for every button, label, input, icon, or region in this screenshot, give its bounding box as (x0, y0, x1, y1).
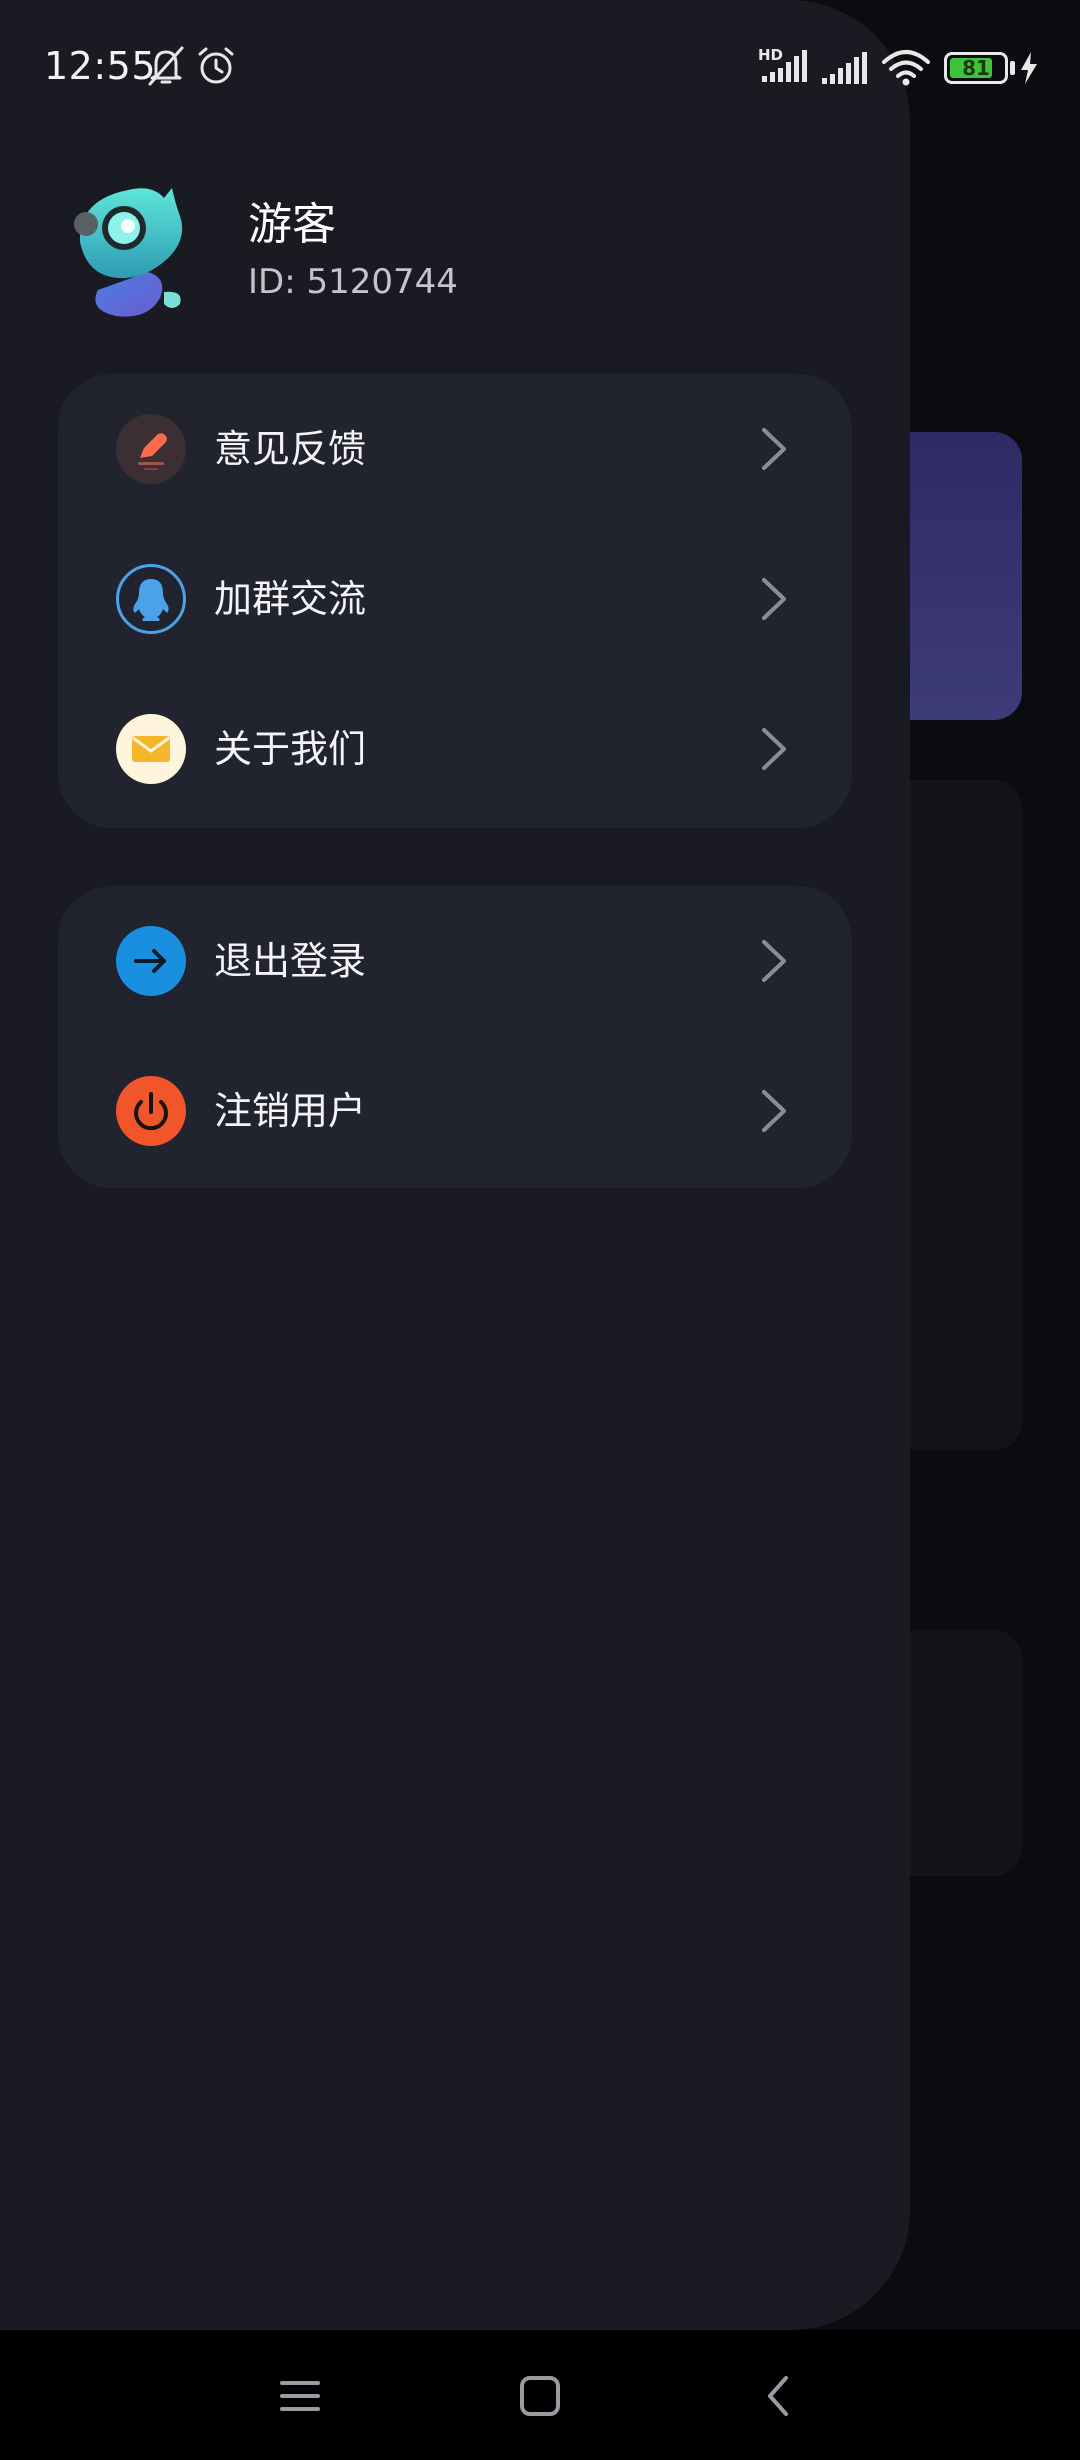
menu-item-about-us[interactable]: 关于我们 (58, 674, 852, 824)
menu-item-delete-account[interactable]: 注销用户 (58, 1036, 852, 1186)
menu-item-join-group[interactable]: 加群交流 (58, 524, 852, 674)
battery-icon: 81 (944, 52, 1008, 84)
menu-item-label: 关于我们 (214, 727, 367, 771)
alarm-icon (198, 47, 234, 84)
signal-hd-icon: HD (758, 46, 812, 86)
chevron-right-icon (762, 1090, 786, 1132)
menu-item-logout[interactable]: 退出登录 (58, 886, 852, 1036)
back-icon[interactable] (754, 2370, 806, 2422)
bell-off-icon (148, 46, 184, 86)
user-id: ID: 5120744 (248, 262, 458, 302)
menu-item-label: 意见反馈 (214, 427, 367, 471)
menu-item-label: 加群交流 (214, 577, 367, 621)
charging-icon (1021, 52, 1037, 84)
navigation-bar (0, 2330, 1080, 2460)
menu-card-primary: 意见反馈 加群交流 关于我们 (58, 374, 852, 828)
feedback-pen-icon (116, 414, 186, 484)
user-name: 游客 (248, 199, 336, 250)
chevron-right-icon (762, 578, 786, 620)
wifi-icon (882, 50, 930, 86)
logout-arrow-icon (116, 926, 186, 996)
qq-penguin-icon (116, 564, 186, 634)
chevron-right-icon (762, 728, 786, 770)
menu-item-label: 注销用户 (214, 1089, 367, 1133)
chevron-right-icon (762, 940, 786, 982)
battery-level-text: 81 (962, 56, 990, 80)
user-avatar[interactable] (68, 180, 198, 320)
power-icon (116, 1076, 186, 1146)
menu-icon[interactable] (274, 2370, 326, 2422)
menu-item-feedback[interactable]: 意见反馈 (58, 374, 852, 524)
menu-card-account: 退出登录 注销用户 (58, 886, 852, 1188)
home-square-icon[interactable] (514, 2370, 566, 2422)
signal-icon (822, 52, 867, 84)
menu-item-label: 退出登录 (214, 939, 367, 983)
chevron-right-icon (762, 428, 786, 470)
mail-icon (116, 714, 186, 784)
side-drawer: 游客 ID: 5120744 意见反馈 加群交流 关于我们 退出登录 注销用户 (0, 0, 910, 2330)
battery-nub (1010, 61, 1015, 75)
status-time: 12:55 (44, 44, 157, 88)
status-bar: 12:55 HD 81 (0, 0, 1080, 136)
